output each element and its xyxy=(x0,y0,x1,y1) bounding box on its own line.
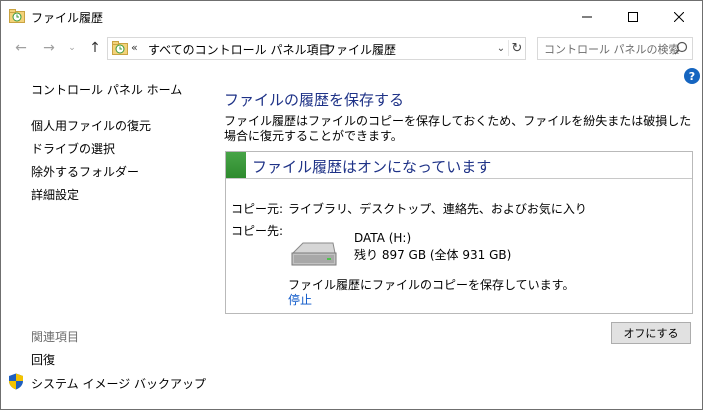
sidebar-item-system-image-backup[interactable]: システム イメージ バックアップ xyxy=(31,375,206,392)
window-title: ファイル履歴 xyxy=(31,11,104,25)
search-icon[interactable] xyxy=(674,41,688,55)
minimize-icon xyxy=(582,16,592,17)
breadcrumb-all-control-panel-items[interactable]: すべてのコントロール パネル項目 xyxy=(148,41,331,58)
address-dropdown-chevron-icon[interactable]: ⌄ xyxy=(493,40,509,56)
file-history-app-icon xyxy=(9,9,25,23)
search-placeholder: コントロール パネルの検索 xyxy=(544,43,680,56)
minimize-button[interactable] xyxy=(564,1,610,32)
maximize-icon xyxy=(628,11,638,22)
saving-status-text: ファイル履歴にファイルのコピーを保存しています。 xyxy=(288,278,575,292)
status-title: ファイル履歴はオンになっています xyxy=(252,158,492,176)
close-button[interactable] xyxy=(656,1,702,32)
help-icon[interactable]: ? xyxy=(684,68,700,84)
sidebar-item-recovery[interactable]: 回復 xyxy=(31,351,55,368)
status-indicator xyxy=(226,152,246,178)
sidebar-item-select-drive[interactable]: ドライブの選択 xyxy=(31,140,115,157)
breadcrumb-file-history[interactable]: ファイル履歴 xyxy=(324,41,396,58)
control-panel-icon xyxy=(112,41,128,55)
copy-source-value: ライブラリ、デスクトップ、連絡先、およびお気に入り xyxy=(288,202,587,216)
title-bar[interactable]: ファイル履歴 xyxy=(1,1,702,32)
stop-link[interactable]: 停止 xyxy=(288,291,312,308)
related-header: 関連項目 xyxy=(31,330,80,344)
forward-arrow-icon[interactable]: → xyxy=(41,40,57,56)
file-history-window: ファイル履歴 ← → ⌄ ↑ « すべてのコントロール パネル項目 › ファイル… xyxy=(0,0,703,410)
sidebar-item-exclude-folders[interactable]: 除外するフォルダー xyxy=(31,163,139,180)
status-panel: ファイル履歴はオンになっています コピー元: ライブラリ、デスクトップ、連絡先、… xyxy=(225,151,693,314)
drive-free-space: 残り 897 GB (全体 931 GB) xyxy=(354,248,512,262)
search-input[interactable]: コントロール パネルの検索 xyxy=(537,37,693,60)
sidebar-item-advanced-settings[interactable]: 詳細設定 xyxy=(31,186,79,203)
copy-source-label: コピー元: xyxy=(231,202,284,216)
address-overflow-chevron[interactable]: « xyxy=(131,41,138,54)
address-bar[interactable]: « すべてのコントロール パネル項目 › ファイル履歴 ⌄ ↻ xyxy=(107,37,526,60)
maximize-button[interactable] xyxy=(610,1,656,32)
uac-shield-icon xyxy=(9,373,23,390)
navigation-row: ← → ⌄ ↑ « すべてのコントロール パネル項目 › ファイル履歴 ⌄ ↻ … xyxy=(1,34,702,62)
copy-destination-label: コピー先: xyxy=(231,224,284,238)
breadcrumb-separator-icon[interactable]: › xyxy=(312,41,316,52)
back-arrow-icon[interactable]: ← xyxy=(13,40,29,56)
sidebar-item-control-panel-home[interactable]: コントロール パネル ホーム xyxy=(31,81,182,98)
close-icon xyxy=(674,11,684,22)
status-divider xyxy=(226,178,692,179)
page-title: ファイルの履歴を保存する xyxy=(224,91,405,109)
recent-locations-chevron-icon[interactable]: ⌄ xyxy=(64,40,80,56)
page-description: ファイル履歴はファイルのコピーを保存しておくため、ファイルを紛失または破損した場… xyxy=(224,114,692,143)
up-arrow-icon[interactable]: ↑ xyxy=(87,40,103,56)
turn-off-button[interactable]: オフにする xyxy=(611,322,691,344)
refresh-icon[interactable]: ↻ xyxy=(508,40,525,56)
sidebar-item-restore-personal-files[interactable]: 個人用ファイルの復元 xyxy=(31,117,151,134)
hard-drive-icon xyxy=(291,242,337,266)
drive-name: DATA (H:) xyxy=(354,231,412,245)
